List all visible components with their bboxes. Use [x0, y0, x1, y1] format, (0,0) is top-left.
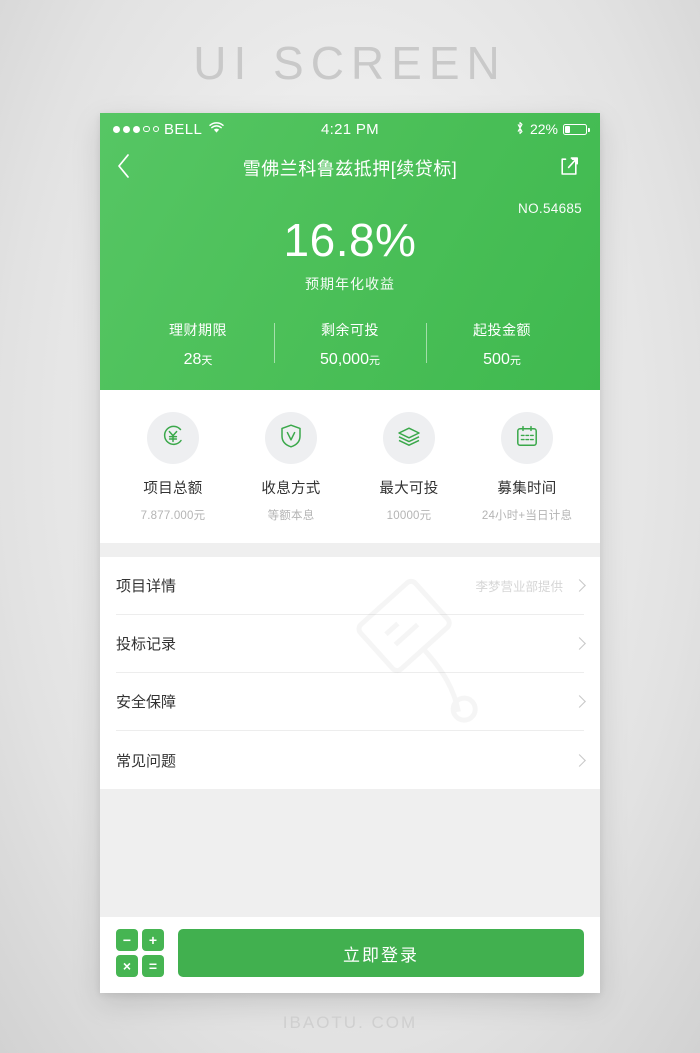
feature-title: 募集时间 [497, 481, 557, 497]
feature-subtitle: 10000元 [386, 510, 432, 522]
annual-rate-caption: 预期年化收益 [305, 276, 395, 292]
section-divider [100, 543, 600, 557]
feature-title: 项目总额 [143, 481, 203, 497]
calculator-icon[interactable]: − + × = [116, 929, 164, 977]
feature-max-investment[interactable]: 最大可投 10000元 [350, 412, 468, 523]
page-title: 雪佛兰科鲁兹抵押[续贷标] [242, 159, 458, 179]
hero-stat-available: 剩余可投 50,000元 [274, 320, 426, 369]
hero-stat-term: 理财期限 28天 [122, 320, 274, 369]
hero-stat-value: 50,000元 [274, 351, 426, 369]
back-button[interactable] [116, 151, 146, 185]
calendar-icon [512, 421, 542, 456]
status-left: BELL [113, 120, 225, 138]
share-button[interactable] [554, 153, 584, 183]
login-button[interactable]: 立即登录 [178, 929, 584, 977]
calc-key-plus[interactable]: + [142, 929, 164, 951]
signal-dots-icon [113, 125, 159, 133]
calc-key-equals[interactable]: = [142, 955, 164, 977]
battery-percent: 22% [529, 121, 558, 137]
chevron-right-icon [573, 695, 586, 708]
status-right: 22% [515, 121, 590, 138]
hero-stat-number: 500 [483, 351, 510, 368]
feature-row: 项目总额 7.877.000元 收息方式 等额本息 最大可投 10000元 募集… [100, 390, 600, 543]
hero-stat-label: 起投金额 [473, 322, 531, 338]
feature-icon-wrap [147, 412, 199, 464]
feature-interest-method[interactable]: 收息方式 等额本息 [232, 412, 350, 523]
hero-stat-unit: 天 [201, 355, 213, 367]
hero-stat-value: 500元 [426, 351, 578, 369]
phone-screen: BELL 4:21 PM 22% 雪佛兰科鲁兹抵押[续贷标] NO.54685 … [100, 113, 600, 993]
wifi-icon [209, 121, 225, 138]
list-item-security[interactable]: 安全保障 [116, 673, 586, 731]
feature-subtitle: 7.877.000元 [140, 510, 206, 522]
nav-bar: 雪佛兰科鲁兹抵押[续贷标] [100, 145, 600, 191]
detail-list: 项目详情 李梦营业部提供 投标记录 安全保障 常见问题 [100, 557, 600, 789]
empty-area [100, 789, 600, 917]
site-footer: IBAOTU. COM [282, 1013, 418, 1032]
feature-icon-wrap [501, 412, 553, 464]
hero-stat-number: 50,000 [320, 351, 369, 368]
list-item-label: 投标记录 [116, 636, 177, 653]
bluetooth-icon [515, 121, 525, 138]
calc-key-minus[interactable]: − [116, 929, 138, 951]
feature-icon-wrap [383, 412, 435, 464]
feature-icon-wrap [265, 412, 317, 464]
list-item-label: 安全保障 [116, 694, 177, 711]
share-icon [558, 155, 580, 182]
yen-circle-icon [158, 421, 188, 456]
hero-stat-value: 28天 [122, 351, 274, 369]
chevron-right-icon [573, 579, 586, 592]
calc-key-multiply[interactable]: × [116, 955, 138, 977]
list-item-label: 项目详情 [116, 578, 177, 595]
chevron-right-icon [573, 753, 586, 767]
list-item-bid-records[interactable]: 投标记录 [116, 615, 586, 673]
feature-subtitle: 等额本息 [267, 510, 315, 522]
status-bar: BELL 4:21 PM 22% [100, 113, 600, 145]
feature-funding-period[interactable]: 募集时间 24小时+当日计息 [468, 412, 586, 523]
list-item-project-detail[interactable]: 项目详情 李梦营业部提供 [116, 557, 586, 615]
annual-rate-value: 16.8% [283, 214, 417, 266]
shield-check-icon [276, 421, 306, 456]
battery-icon [563, 123, 590, 135]
serial-number: NO.54685 [518, 201, 582, 216]
feature-title: 收息方式 [261, 481, 321, 497]
hero-stat-number: 28 [183, 351, 202, 368]
page-headline: UI SCREEN [193, 37, 507, 89]
chevron-right-icon [573, 637, 586, 650]
list-item-extra: 李梦营业部提供 [475, 580, 563, 594]
hero-stats: 理财期限 28天 剩余可投 50,000元 起投金额 500元 [100, 320, 600, 369]
layers-icon [394, 421, 424, 456]
list-item-label: 常见问题 [116, 752, 177, 770]
hero-stat-label: 理财期限 [169, 322, 227, 338]
hero-stat-unit: 元 [368, 355, 380, 367]
carrier-label: BELL [164, 120, 203, 138]
hero-stat-label: 剩余可投 [321, 322, 379, 338]
feature-total-amount[interactable]: 项目总额 7.877.000元 [114, 412, 232, 523]
hero-stat-minimum: 起投金额 500元 [426, 320, 578, 369]
list-item-faq[interactable]: 常见问题 [116, 731, 586, 789]
bottom-bar: − + × = 立即登录 [100, 917, 600, 989]
feature-subtitle: 24小时+当日计息 [481, 510, 573, 522]
hero-stat-unit: 元 [509, 355, 521, 367]
feature-title: 最大可投 [379, 481, 439, 497]
hero-section: BELL 4:21 PM 22% 雪佛兰科鲁兹抵押[续贷标] NO.54685 … [100, 113, 600, 390]
chevron-left-icon [116, 153, 132, 184]
